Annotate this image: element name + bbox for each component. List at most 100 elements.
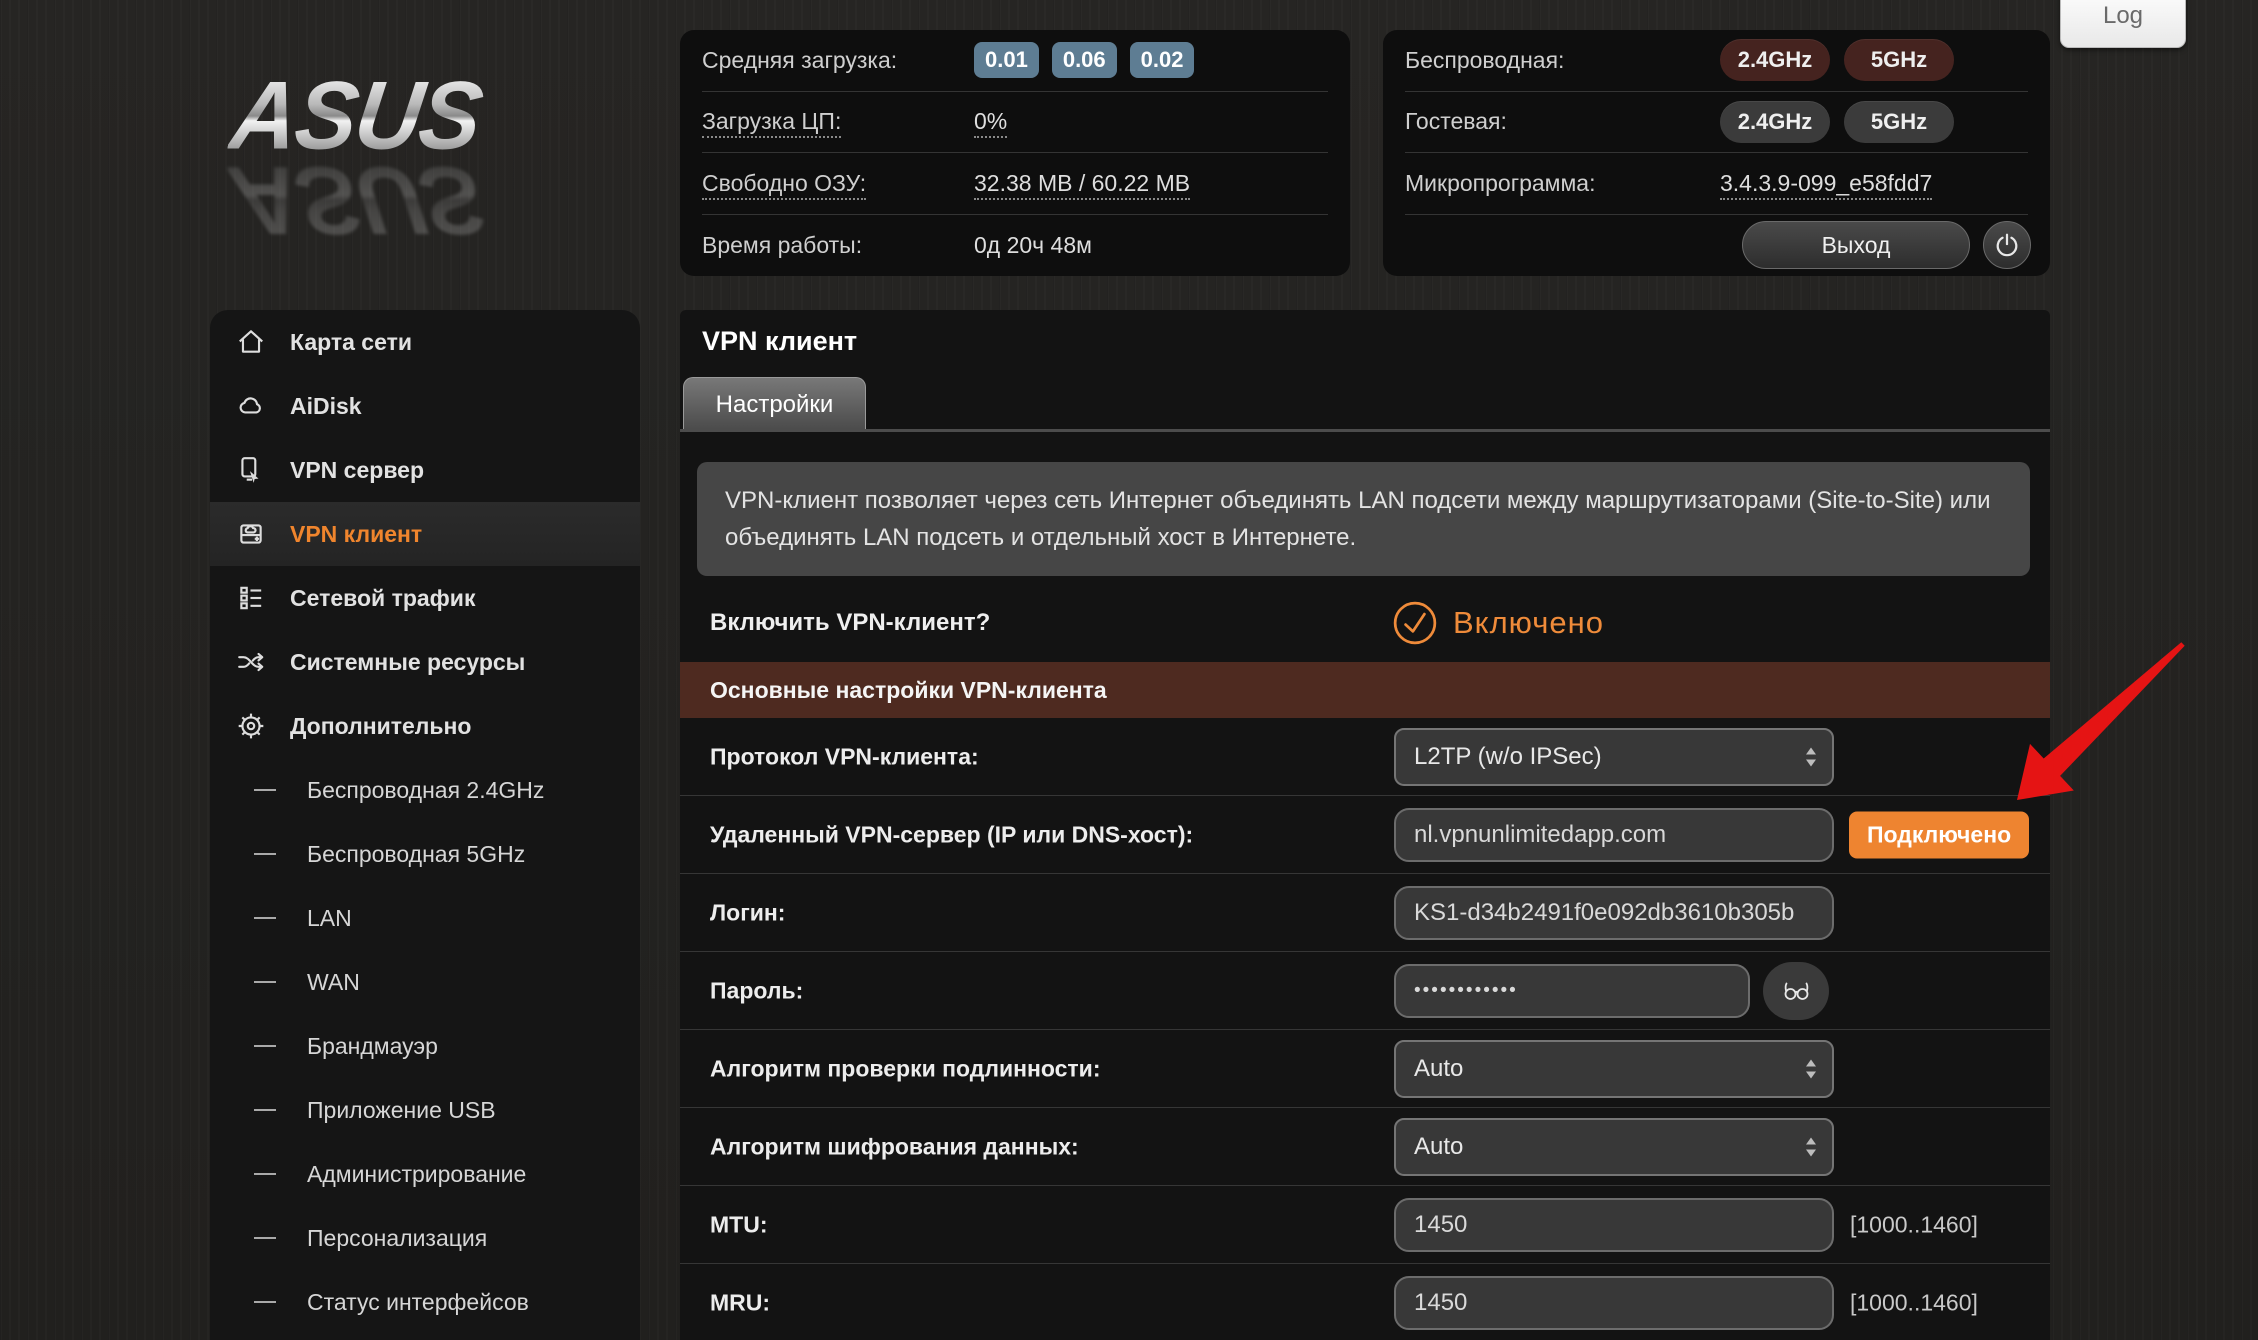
log-button[interactable]: Log <box>2060 0 2186 48</box>
dash-icon <box>254 1301 276 1303</box>
dash-icon <box>254 1045 276 1047</box>
logout-button[interactable]: Выход <box>1742 221 1970 269</box>
sidebar-item-label: AiDisk <box>290 393 362 420</box>
dash-icon <box>254 789 276 791</box>
sidebar-subitem-wan[interactable]: WAN <box>210 950 640 1014</box>
sidebar-item-advanced[interactable]: Дополнительно <box>210 694 640 758</box>
row-login: Логин: <box>680 874 2050 952</box>
connected-status-button[interactable]: Подключено <box>1849 811 2029 858</box>
mtu-input[interactable] <box>1394 1198 1834 1252</box>
auth-algorithm-select[interactable]: Auto <box>1394 1040 1834 1098</box>
protocol-select-value: L2TP (w/o IPSec) <box>1414 743 1602 771</box>
free-ram-row: Свободно ОЗУ: 32.38 MB / 60.22 MB <box>702 153 1328 215</box>
load-average-label: Средняя загрузка: <box>702 47 974 74</box>
vpn-enabled-toggle[interactable]: Включено <box>1392 600 1604 646</box>
uptime-row: Время работы: 0д 20ч 48м <box>702 215 1328 277</box>
home-icon <box>234 327 268 357</box>
mtu-label: MTU: <box>710 1211 767 1238</box>
sidebar-item-label: VPN клиент <box>290 521 422 548</box>
vpn-server-icon <box>234 455 268 485</box>
wireless-label: Беспроводная: <box>1405 47 1720 74</box>
sidebar-subitem-interface-status[interactable]: Статус интерфейсов <box>210 1270 640 1334</box>
firmware-version-link[interactable]: 3.4.3.9-099_e58fdd7 <box>1720 170 1932 200</box>
row-mtu: MTU: [1000..1460] <box>680 1186 2050 1264</box>
cpu-usage-label: Загрузка ЦП: <box>702 108 974 135</box>
wireless-5ghz-pill[interactable]: 5GHz <box>1844 39 1954 81</box>
guest-24ghz-pill[interactable]: 2.4GHz <box>1720 101 1830 143</box>
remote-server-label: Удаленный VPN-сервер (IP или DNS-хост): <box>710 821 1193 848</box>
dash-icon <box>254 1109 276 1111</box>
select-arrows-icon <box>1804 1135 1818 1159</box>
mru-label: MRU: <box>710 1289 770 1316</box>
load-badge-1m: 0.01 <box>974 42 1039 78</box>
dash-icon <box>254 853 276 855</box>
cpu-usage-value: 0% <box>974 108 1007 135</box>
auth-algorithm-value: Auto <box>1414 1055 1463 1083</box>
login-input[interactable] <box>1394 886 1834 940</box>
login-label: Логин: <box>710 899 785 926</box>
sidebar: Карта сети AiDisk VPN сервер VPN клиент … <box>210 310 640 1340</box>
protocol-label: Протокол VPN-клиента: <box>710 743 979 770</box>
load-badge-15m: 0.02 <box>1130 42 1195 78</box>
gear-icon <box>234 711 268 741</box>
free-ram-value: 32.38 MB / 60.22 MB <box>974 170 1190 197</box>
sidebar-item-label: Системные ресурсы <box>290 649 525 676</box>
cpu-usage-link[interactable]: Загрузка ЦП: <box>702 108 841 138</box>
cipher-algorithm-value: Auto <box>1414 1133 1463 1161</box>
basic-settings-section-header: Основные настройки VPN-клиента <box>680 662 2050 718</box>
free-ram-label: Свободно ОЗУ: <box>702 170 974 197</box>
load-average-row: Средняя загрузка: 0.01 0.06 0.02 <box>702 30 1328 92</box>
row-mru: MRU: [1000..1460] <box>680 1264 2050 1340</box>
enable-vpn-row: Включить VPN-клиент? Включено <box>680 588 2050 658</box>
row-cipher-algorithm: Алгоритм шифрования данных: Auto <box>680 1108 2050 1186</box>
sidebar-subitem-administration[interactable]: Администрирование <box>210 1142 640 1206</box>
remote-server-input[interactable] <box>1394 808 1834 862</box>
vpn-settings-form: Протокол VPN-клиента: L2TP (w/o IPSec) У… <box>680 718 2050 1340</box>
free-ram-link[interactable]: Свободно ОЗУ: <box>702 170 866 200</box>
row-password: Пароль: <box>680 952 2050 1030</box>
show-password-button[interactable] <box>1763 962 1829 1020</box>
sidebar-item-aidisk[interactable]: AiDisk <box>210 374 640 438</box>
sidebar-item-vpn-server[interactable]: VPN сервер <box>210 438 640 502</box>
mru-input[interactable] <box>1394 1276 1834 1330</box>
load-average-badges: 0.01 0.06 0.02 <box>974 42 1194 78</box>
password-label: Пароль: <box>710 977 803 1004</box>
system-stats-card: Средняя загрузка: 0.01 0.06 0.02 Загрузк… <box>680 30 1350 276</box>
dash-icon <box>254 1237 276 1239</box>
wireless-card: Беспроводная: 2.4GHz 5GHz Гостевая: 2.4G… <box>1383 30 2050 276</box>
dash-icon <box>254 981 276 983</box>
cloud-icon <box>234 391 268 421</box>
reboot-button[interactable] <box>1983 221 2031 269</box>
dash-icon <box>254 1173 276 1175</box>
sidebar-item-network-map[interactable]: Карта сети <box>210 310 640 374</box>
sidebar-item-system-resources[interactable]: Системные ресурсы <box>210 630 640 694</box>
sidebar-subitem-personalization[interactable]: Персонализация <box>210 1206 640 1270</box>
tab-settings[interactable]: Настройки <box>683 377 866 431</box>
mtu-range-hint: [1000..1460] <box>1850 1211 1978 1238</box>
row-protocol: Протокол VPN-клиента: L2TP (w/o IPSec) <box>680 718 2050 796</box>
sidebar-item-label: Дополнительно <box>290 713 471 740</box>
auth-algorithm-label: Алгоритм проверки подлинности: <box>710 1055 1100 1082</box>
sidebar-item-vpn-client[interactable]: VPN клиент <box>210 502 640 566</box>
mru-range-hint: [1000..1460] <box>1850 1289 1978 1316</box>
traffic-icon <box>234 583 268 613</box>
cpu-usage-value-link[interactable]: 0% <box>974 108 1007 138</box>
sidebar-subitem-usb-app[interactable]: Приложение USB <box>210 1078 640 1142</box>
vpn-enabled-text: Включено <box>1453 605 1604 641</box>
vpn-client-description: VPN-клиент позволяет через сеть Интернет… <box>697 462 2030 576</box>
sidebar-subitem-wireless-5[interactable]: Беспроводная 5GHz <box>210 822 640 886</box>
guest-5ghz-pill[interactable]: 5GHz <box>1844 101 1954 143</box>
asus-logo-reflection: ASUS <box>225 152 639 249</box>
sidebar-subitem-wireless-24[interactable]: Беспроводная 2.4GHz <box>210 758 640 822</box>
wireless-24ghz-pill[interactable]: 2.4GHz <box>1720 39 1830 81</box>
sidebar-subitem-firewall[interactable]: Брандмауэр <box>210 1014 640 1078</box>
cipher-algorithm-select[interactable]: Auto <box>1394 1118 1834 1176</box>
sidebar-subitem-lan[interactable]: LAN <box>210 886 640 950</box>
sidebar-item-network-traffic[interactable]: Сетевой трафик <box>210 566 640 630</box>
free-ram-value-link[interactable]: 32.38 MB / 60.22 MB <box>974 170 1190 200</box>
protocol-select[interactable]: L2TP (w/o IPSec) <box>1394 728 1834 786</box>
sidebar-item-label: Карта сети <box>290 329 412 356</box>
password-input[interactable] <box>1394 964 1750 1018</box>
shuffle-icon <box>234 647 268 677</box>
asus-logo: ASUS ASUS <box>232 70 632 246</box>
